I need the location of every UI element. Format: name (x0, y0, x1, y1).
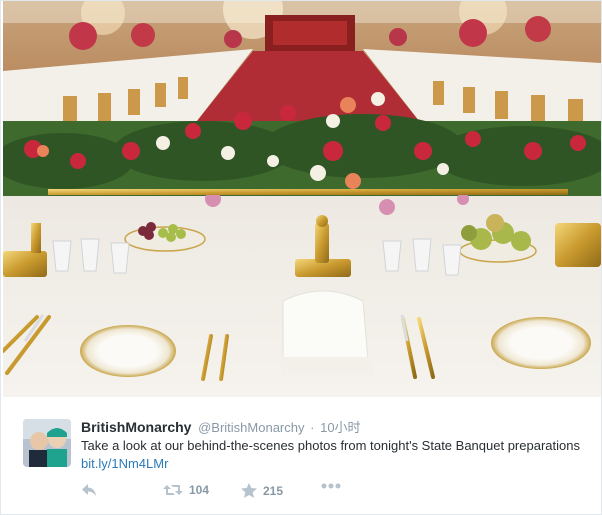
timestamp[interactable]: 10小时 (320, 420, 360, 435)
tweet-card: BritishMonarchy @BritishMonarchy · 10小时 … (0, 0, 602, 515)
more-icon (321, 483, 341, 489)
tweet-actions: 104 215 (81, 483, 381, 501)
separator: · (310, 420, 315, 435)
tweet-photo[interactable] (3, 1, 601, 397)
reply-button[interactable] (81, 483, 97, 497)
retweet-count: 104 (189, 483, 210, 497)
tweet-text-body: Take a look at our behind-the-scenes pho… (81, 438, 580, 453)
retweet-button[interactable]: 104 (163, 483, 209, 497)
favorite-button[interactable]: 215 (241, 483, 283, 498)
tweet-body: BritishMonarchy @BritishMonarchy · 10小时 … (1, 397, 601, 514)
star-icon (241, 483, 257, 498)
more-button[interactable] (321, 483, 341, 489)
tweet-header: BritishMonarchy @BritishMonarchy · 10小时 (81, 417, 361, 436)
tweet-text: Take a look at our behind-the-scenes pho… (81, 437, 581, 473)
tweet-link[interactable]: bit.ly/1Nm4LMr (81, 456, 168, 471)
display-name[interactable]: BritishMonarchy (81, 419, 191, 435)
avatar[interactable] (23, 419, 71, 467)
retweet-icon (163, 483, 183, 497)
reply-icon (81, 483, 97, 497)
favorite-count: 215 (263, 483, 284, 498)
user-handle[interactable]: @BritishMonarchy (198, 420, 304, 435)
